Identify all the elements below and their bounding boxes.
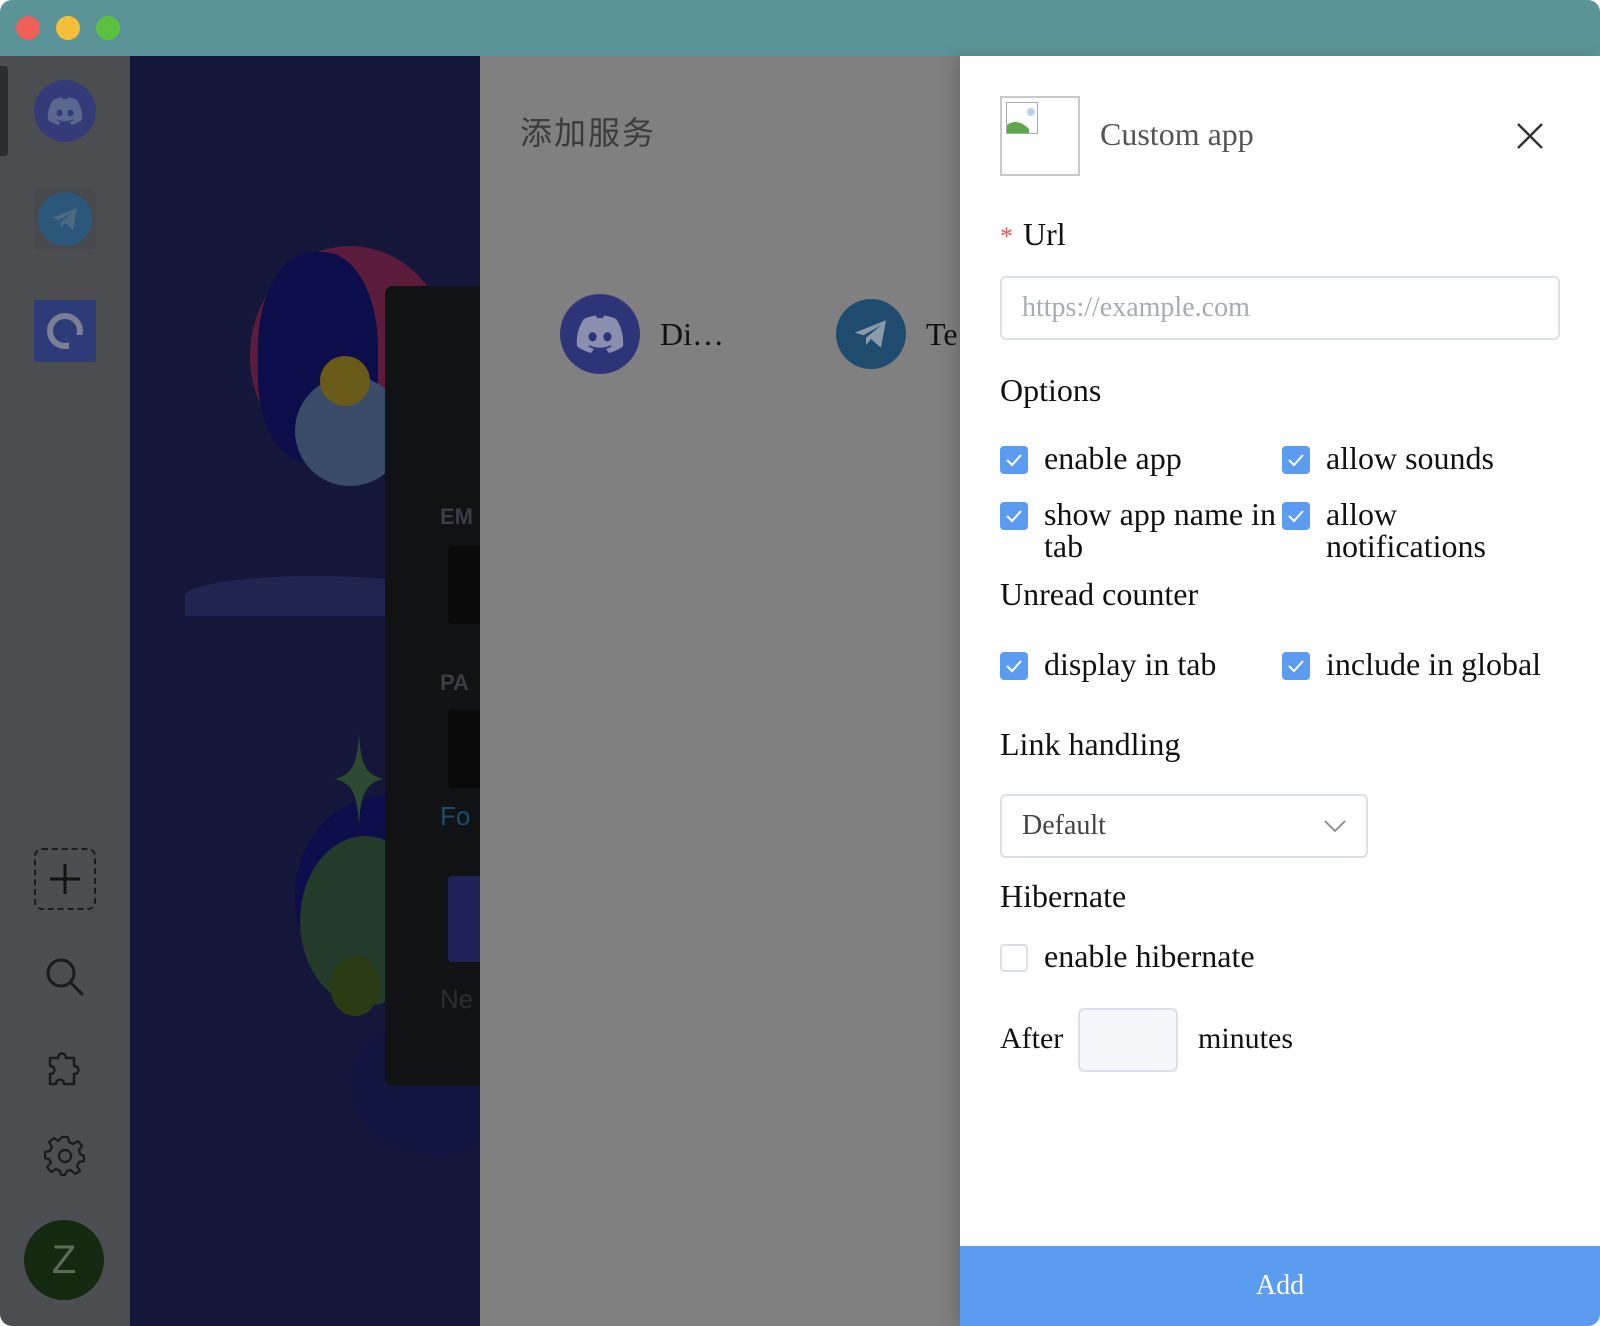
checkbox-unchecked[interactable] — [1000, 944, 1028, 972]
link-handling-select[interactable]: Default — [1000, 794, 1368, 858]
app-icon-upload[interactable] — [1000, 96, 1080, 176]
include-in-global-checkbox[interactable]: include in global — [1282, 648, 1541, 680]
add-button[interactable]: Add — [960, 1246, 1600, 1326]
allow-notifications-checkbox[interactable]: allow notifications — [1282, 498, 1526, 562]
title-bar — [0, 0, 1600, 56]
dock-app-discord[interactable] — [34, 80, 96, 142]
custom-app-icon — [47, 313, 83, 349]
panel-title: 添加服务 — [520, 114, 657, 152]
show-app-name-checkbox[interactable]: show app name in tab — [1000, 498, 1284, 562]
user-avatar[interactable]: Z — [24, 1220, 104, 1300]
hibernate-heading: Hibernate — [1000, 878, 1127, 914]
app-dock: Z — [0, 56, 130, 1326]
enable-app-checkbox[interactable]: enable app — [1000, 442, 1182, 474]
password-label: PA — [440, 670, 469, 695]
add-service-button[interactable] — [34, 848, 96, 910]
settings-button[interactable] — [34, 1124, 96, 1186]
login-button[interactable] — [448, 876, 480, 962]
close-drawer-button[interactable] — [1510, 116, 1550, 156]
register-text: Ne — [440, 984, 474, 1014]
custom-app-drawer: Custom app *Url Options enable app allow… — [960, 56, 1600, 1326]
gear-icon — [44, 1135, 86, 1176]
window-minimize-button[interactable] — [56, 16, 80, 40]
checkbox-checked[interactable] — [1000, 502, 1028, 530]
discord-webview: EM PA Fo Ne — [130, 56, 480, 1326]
discord-icon — [576, 315, 624, 353]
search-button[interactable] — [34, 946, 96, 1008]
select-value: Default — [1022, 810, 1106, 841]
checkbox-checked[interactable] — [1000, 652, 1028, 680]
telegram-icon — [52, 208, 77, 230]
allow-sounds-checkbox[interactable]: allow sounds — [1282, 442, 1494, 474]
active-indicator — [0, 66, 8, 156]
login-card: EM PA Fo Ne — [385, 286, 480, 1086]
unread-counter-heading: Unread counter — [1000, 576, 1199, 612]
service-name: Di… — [660, 315, 724, 352]
options-heading: Options — [1000, 372, 1102, 408]
dock-app-telegram[interactable] — [34, 188, 96, 250]
chevron-down-icon — [1324, 820, 1346, 832]
after-label: After — [1000, 1022, 1064, 1055]
minutes-label: minutes — [1198, 1022, 1293, 1055]
checkbox-checked[interactable] — [1282, 446, 1310, 474]
link-handling-heading: Link handling — [1000, 726, 1181, 762]
enable-hibernate-checkbox[interactable]: enable hibernate — [1000, 940, 1255, 972]
telegram-icon — [854, 320, 886, 348]
dock-app-custom[interactable] — [34, 300, 96, 362]
service-item-discord[interactable]: Di… — [560, 294, 724, 374]
extensions-button[interactable] — [34, 1036, 96, 1098]
close-icon — [1517, 123, 1543, 149]
display-in-tab-checkbox[interactable]: display in tab — [1000, 648, 1216, 680]
password-field[interactable] — [448, 710, 480, 788]
app-window: Z EM PA Fo Ne 添加服务 Di… Te Custom app * U… — [0, 0, 1600, 1326]
url-input[interactable] — [1000, 276, 1560, 340]
email-field[interactable] — [448, 546, 480, 624]
email-label: EM — [440, 504, 473, 529]
service-item-telegram[interactable]: Te — [836, 294, 958, 374]
window-close-button[interactable] — [16, 16, 40, 40]
add-service-panel: 添加服务 Di… Te — [480, 56, 960, 1326]
checkbox-checked[interactable] — [1000, 446, 1028, 474]
minutes-input[interactable] — [1078, 1008, 1178, 1072]
checkbox-checked[interactable] — [1282, 652, 1310, 680]
sparkle-icon — [335, 734, 383, 824]
window-maximize-button[interactable] — [96, 16, 120, 40]
required-mark: * — [1000, 222, 1013, 251]
broken-image-icon — [1006, 102, 1038, 134]
forgot-password-link[interactable]: Fo — [440, 801, 470, 832]
checkbox-checked[interactable] — [1282, 502, 1310, 530]
service-name: Te — [926, 315, 958, 352]
search-icon — [46, 958, 85, 997]
discord-icon — [47, 97, 83, 125]
puzzle-icon — [48, 1052, 80, 1086]
plus-icon — [50, 864, 80, 894]
drawer-title: Custom app — [1100, 116, 1254, 152]
url-label: * Url — [1000, 216, 1066, 252]
